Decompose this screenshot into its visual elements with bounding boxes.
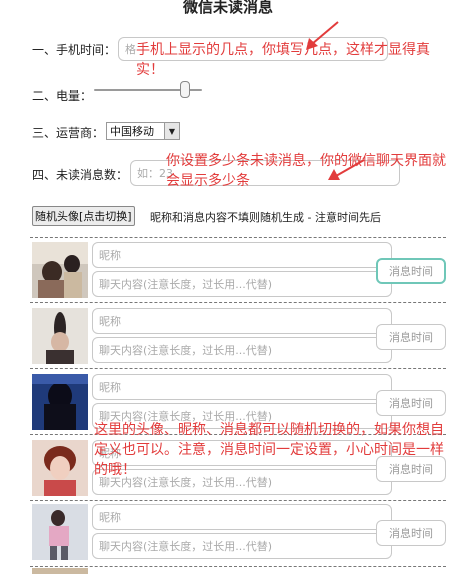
message-placeholder: 聊天内容(注意长度，过长用...代替)	[99, 540, 273, 553]
message-time-placeholder: 消息时间	[389, 331, 433, 344]
avatar-2	[32, 308, 88, 364]
avatar-1	[32, 242, 88, 298]
message-time-input[interactable]: 消息时间	[376, 390, 446, 416]
unread-hint-annotation: 你设置多少条未读消息，你的微信聊天界面就会显示多少条	[166, 153, 446, 189]
row-divider	[30, 368, 446, 369]
avatar-6-partial	[32, 568, 88, 574]
carrier-select-value: 中国移动	[110, 125, 154, 138]
message-input[interactable]: 聊天内容(注意长度，过长用...代替)	[92, 271, 392, 297]
nickname-placeholder: 昵称	[99, 249, 121, 262]
message-time-placeholder: 消息时间	[389, 527, 433, 540]
carrier-select[interactable]: 中国移动 ▼	[106, 122, 180, 140]
page-title: 微信未读消息	[182, 0, 273, 16]
time-label: 一、手机时间：	[32, 43, 117, 57]
message-input[interactable]: 聊天内容(注意长度，过长用...代替)	[92, 337, 392, 363]
row-divider	[30, 500, 446, 501]
random-avatar-button[interactable]: 随机头像[点击切换]	[32, 206, 135, 226]
battery-slider[interactable]	[94, 80, 204, 100]
avatar-3	[32, 374, 88, 430]
dropdown-arrow-icon: ▼	[164, 123, 179, 139]
nickname-input[interactable]: 昵称	[92, 374, 392, 400]
time-hint-annotation: 手机上显示的几点，你填写几点，这样才显得真实！	[136, 42, 430, 78]
row-divider	[30, 302, 446, 303]
avatar-4	[32, 440, 88, 496]
avatar-5	[32, 504, 88, 560]
carrier-label: 三、运营商：	[32, 126, 105, 140]
message-placeholder: 聊天内容(注意长度，过长用...代替)	[99, 344, 273, 357]
row-divider	[30, 566, 446, 567]
avatar-hint-annotation: 这里的头像、昵称、消息都可以随机切换的，如果你想自定义也可以。注意，消息时间一定…	[94, 422, 444, 478]
avatar-image	[32, 308, 88, 364]
unread-label: 四、未读消息数：	[32, 168, 129, 182]
nickname-input[interactable]: 昵称	[92, 242, 392, 268]
avatar-image	[32, 504, 88, 560]
nickname-placeholder: 昵称	[99, 511, 121, 524]
avatar-image	[32, 374, 88, 430]
nickname-input[interactable]: 昵称	[92, 308, 392, 334]
battery-slider-thumb[interactable]	[180, 81, 190, 98]
message-input[interactable]: 聊天内容(注意长度，过长用...代替)	[92, 533, 392, 559]
row-divider	[30, 237, 446, 238]
nickname-input[interactable]: 昵称	[92, 504, 392, 530]
avatar-image	[32, 242, 88, 298]
nickname-placeholder: 昵称	[99, 381, 121, 394]
battery-label: 二、电量：	[32, 89, 93, 103]
message-time-input[interactable]: 消息时间	[376, 258, 446, 284]
message-placeholder: 聊天内容(注意长度，过长用...代替)	[99, 278, 273, 291]
avatar-image	[32, 440, 88, 496]
message-time-placeholder: 消息时间	[389, 265, 433, 278]
message-time-placeholder: 消息时间	[389, 397, 433, 410]
message-row-2: 昵称 聊天内容(注意长度，过长用...代替) 消息时间	[30, 306, 450, 368]
message-row-5: 昵称 聊天内容(注意长度，过长用...代替) 消息时间	[30, 502, 450, 564]
message-time-input[interactable]: 消息时间	[376, 324, 446, 350]
message-row-1: 昵称 聊天内容(注意长度，过长用...代替) 消息时间	[30, 240, 450, 302]
random-note: 昵称和消息内容不填则随机生成 - 注意时间先后	[150, 211, 381, 224]
nickname-placeholder: 昵称	[99, 315, 121, 328]
time-input-placeholder: 格	[125, 43, 136, 56]
message-time-input[interactable]: 消息时间	[376, 520, 446, 546]
